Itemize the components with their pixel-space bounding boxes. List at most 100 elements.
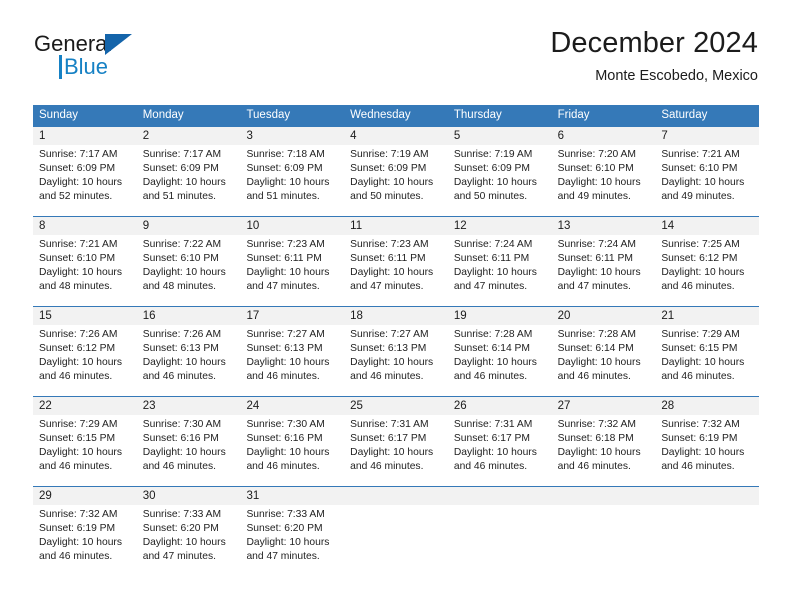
day-number[interactable]: 1 [33, 127, 137, 145]
day-cell[interactable]: Sunrise: 7:33 AM Sunset: 6:20 PM Dayligh… [137, 505, 241, 576]
day-number[interactable]: 2 [137, 127, 241, 145]
day-number[interactable]: 12 [448, 217, 552, 235]
sunset-text: Sunset: 6:19 PM [39, 523, 116, 535]
day-number[interactable]: 18 [344, 307, 448, 325]
daylight-text: Daylight: 10 hours [142, 177, 226, 189]
daylight-text: Daylight: 10 hours [246, 537, 330, 549]
day-number-empty [655, 487, 759, 505]
day-number[interactable]: 9 [137, 217, 241, 235]
day-cell-empty [552, 505, 656, 576]
day-cell[interactable]: Sunrise: 7:28 AM Sunset: 6:14 PM Dayligh… [552, 325, 656, 396]
daylight-text: Daylight: 10 hours [661, 447, 745, 459]
day-cell[interactable]: Sunrise: 7:29 AM Sunset: 6:15 PM Dayligh… [655, 325, 759, 396]
day-cell[interactable]: Sunrise: 7:33 AM Sunset: 6:20 PM Dayligh… [240, 505, 344, 576]
daylight-text: Daylight: 10 hours [661, 177, 745, 189]
day-cell[interactable]: Sunrise: 7:19 AM Sunset: 6:09 PM Dayligh… [448, 145, 552, 216]
day-cell[interactable]: Sunrise: 7:32 AM Sunset: 6:19 PM Dayligh… [33, 505, 137, 576]
daylight-text-cont: and 48 minutes. [142, 281, 216, 293]
day-number[interactable]: 22 [33, 397, 137, 415]
day-number[interactable]: 21 [655, 307, 759, 325]
daylight-text: Daylight: 10 hours [350, 177, 434, 189]
day-number[interactable]: 5 [448, 127, 552, 145]
calendar-page: General Blue December 2024 Monte Escobed… [0, 0, 792, 612]
day-cell[interactable]: Sunrise: 7:17 AM Sunset: 6:09 PM Dayligh… [137, 145, 241, 216]
day-cell[interactable]: Sunrise: 7:20 AM Sunset: 6:10 PM Dayligh… [552, 145, 656, 216]
sunrise-text: Sunrise: 7:19 AM [350, 149, 429, 160]
day-cell[interactable]: Sunrise: 7:25 AM Sunset: 6:12 PM Dayligh… [655, 235, 759, 306]
day-cell[interactable]: Sunrise: 7:31 AM Sunset: 6:17 PM Dayligh… [344, 415, 448, 486]
day-number[interactable]: 24 [240, 397, 344, 415]
day-cell[interactable]: Sunrise: 7:26 AM Sunset: 6:12 PM Dayligh… [33, 325, 137, 396]
day-number[interactable]: 6 [552, 127, 656, 145]
sunrise-text: Sunrise: 7:28 AM [453, 329, 533, 340]
daylight-text-cont: and 50 minutes. [350, 191, 424, 203]
sunset-text: Sunset: 6:16 PM [246, 433, 323, 445]
day-cell[interactable]: Sunrise: 7:30 AM Sunset: 6:16 PM Dayligh… [137, 415, 241, 486]
day-cell[interactable]: Sunrise: 7:27 AM Sunset: 6:13 PM Dayligh… [344, 325, 448, 396]
daylight-text: Daylight: 10 hours [39, 447, 122, 459]
day-number[interactable]: 28 [655, 397, 759, 415]
sunrise-text: Sunrise: 7:23 AM [246, 239, 325, 250]
day-number[interactable]: 19 [448, 307, 552, 325]
day-number[interactable]: 23 [137, 397, 241, 415]
day-cell[interactable]: Sunrise: 7:23 AM Sunset: 6:11 PM Dayligh… [344, 235, 448, 306]
sunset-text: Sunset: 6:13 PM [142, 343, 219, 355]
day-cell[interactable]: Sunrise: 7:29 AM Sunset: 6:15 PM Dayligh… [33, 415, 137, 486]
day-cell[interactable]: Sunrise: 7:19 AM Sunset: 6:09 PM Dayligh… [344, 145, 448, 216]
day-number[interactable]: 27 [552, 397, 656, 415]
day-number[interactable]: 20 [552, 307, 656, 325]
sunset-text: Sunset: 6:10 PM [661, 163, 738, 175]
sunset-text: Sunset: 6:09 PM [246, 163, 323, 175]
day-cell[interactable]: Sunrise: 7:27 AM Sunset: 6:13 PM Dayligh… [240, 325, 344, 396]
week-row: 22 23 24 25 26 27 28 Sunrise: 7:29 AM Su… [33, 396, 759, 486]
day-cell[interactable]: Sunrise: 7:18 AM Sunset: 6:09 PM Dayligh… [240, 145, 344, 216]
sunrise-text: Sunrise: 7:24 AM [557, 239, 637, 250]
daylight-text-cont: and 49 minutes. [661, 191, 735, 203]
day-number[interactable]: 4 [344, 127, 448, 145]
page-header: General Blue December 2024 Monte Escobed… [0, 0, 792, 100]
day-number[interactable]: 13 [552, 217, 656, 235]
day-number[interactable]: 25 [344, 397, 448, 415]
sunrise-text: Sunrise: 7:22 AM [142, 239, 222, 250]
day-number[interactable]: 8 [33, 217, 137, 235]
day-number[interactable]: 11 [344, 217, 448, 235]
day-number[interactable]: 14 [655, 217, 759, 235]
day-cell[interactable]: Sunrise: 7:32 AM Sunset: 6:19 PM Dayligh… [655, 415, 759, 486]
daylight-text: Daylight: 10 hours [661, 357, 745, 369]
day-cell[interactable]: Sunrise: 7:26 AM Sunset: 6:13 PM Dayligh… [137, 325, 241, 396]
sunset-text: Sunset: 6:09 PM [350, 163, 427, 175]
day-cell[interactable]: Sunrise: 7:31 AM Sunset: 6:17 PM Dayligh… [448, 415, 552, 486]
day-number[interactable]: 26 [448, 397, 552, 415]
daylight-text: Daylight: 10 hours [39, 177, 122, 189]
day-cell[interactable]: Sunrise: 7:32 AM Sunset: 6:18 PM Dayligh… [552, 415, 656, 486]
day-cell[interactable]: Sunrise: 7:30 AM Sunset: 6:16 PM Dayligh… [240, 415, 344, 486]
daylight-text-cont: and 46 minutes. [39, 551, 113, 563]
sunset-text: Sunset: 6:12 PM [39, 343, 116, 355]
daylight-text-cont: and 49 minutes. [557, 191, 631, 203]
day-number[interactable]: 16 [137, 307, 241, 325]
sunset-text: Sunset: 6:09 PM [142, 163, 219, 175]
day-number[interactable]: 10 [240, 217, 344, 235]
day-number[interactable]: 30 [137, 487, 241, 505]
week-detail-row: Sunrise: 7:21 AM Sunset: 6:10 PM Dayligh… [33, 235, 759, 306]
brand-logo[interactable]: General Blue [34, 33, 234, 88]
daylight-text-cont: and 47 minutes. [246, 281, 320, 293]
day-cell[interactable]: Sunrise: 7:21 AM Sunset: 6:10 PM Dayligh… [655, 145, 759, 216]
day-cell[interactable]: Sunrise: 7:17 AM Sunset: 6:09 PM Dayligh… [33, 145, 137, 216]
day-number[interactable]: 17 [240, 307, 344, 325]
day-cell[interactable]: Sunrise: 7:24 AM Sunset: 6:11 PM Dayligh… [552, 235, 656, 306]
daylight-text-cont: and 52 minutes. [39, 191, 113, 203]
daylight-text-cont: and 51 minutes. [246, 191, 320, 203]
day-number[interactable]: 3 [240, 127, 344, 145]
day-cell[interactable]: Sunrise: 7:21 AM Sunset: 6:10 PM Dayligh… [33, 235, 137, 306]
day-number[interactable]: 15 [33, 307, 137, 325]
day-cell[interactable]: Sunrise: 7:28 AM Sunset: 6:14 PM Dayligh… [448, 325, 552, 396]
day-number[interactable]: 29 [33, 487, 137, 505]
day-cell[interactable]: Sunrise: 7:22 AM Sunset: 6:10 PM Dayligh… [137, 235, 241, 306]
day-cell[interactable]: Sunrise: 7:24 AM Sunset: 6:11 PM Dayligh… [448, 235, 552, 306]
page-title: December 2024 [550, 27, 758, 59]
day-number[interactable]: 7 [655, 127, 759, 145]
day-number[interactable]: 31 [240, 487, 344, 505]
daylight-text: Daylight: 10 hours [39, 267, 122, 279]
day-cell[interactable]: Sunrise: 7:23 AM Sunset: 6:11 PM Dayligh… [240, 235, 344, 306]
